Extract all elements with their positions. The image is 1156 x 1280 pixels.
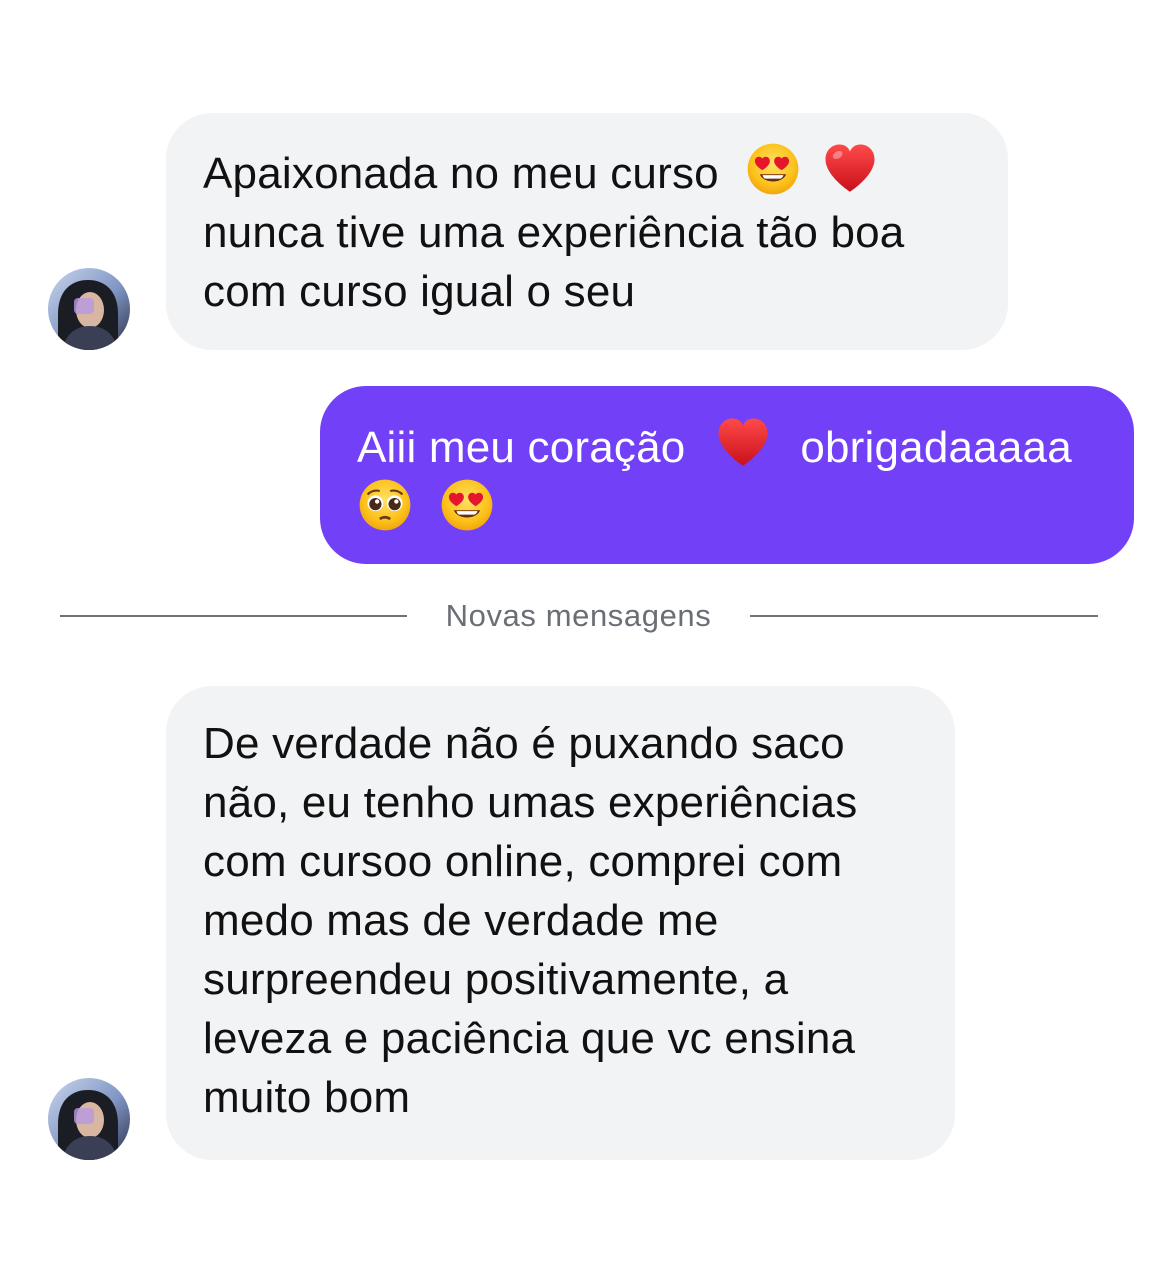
avatar[interactable] <box>48 1078 130 1160</box>
divider-label: Novas mensagens <box>445 598 712 633</box>
message-line: com curso igual o seu <box>203 267 636 316</box>
message-text: obrigadaaaaa <box>800 423 1072 472</box>
message-line: medo mas de verdade me <box>203 896 719 945</box>
message-line: Apaixonada no meu curso <box>203 141 1008 203</box>
avatar[interactable] <box>48 268 130 350</box>
message-line: surpreendeu positivamente, a <box>203 955 789 1004</box>
message-line: com cursoo online, comprei com <box>203 837 843 886</box>
message-text: Apaixonada no meu curso <box>203 149 719 198</box>
message-line: Aiii meu coração obrigadaaaaa <box>357 415 1134 477</box>
message-line: nunca tive uma experiência tão boa <box>203 208 905 257</box>
message-bubble-incoming[interactable]: Apaixonada no meu curso nunca tive uma e… <box>166 113 1008 350</box>
message-line: De verdade não é puxando saco <box>203 719 845 768</box>
message-line: não, eu tenho umas experiências <box>203 778 858 827</box>
message-bubble-outgoing[interactable]: Aiii meu coração obrigadaaaaa <box>320 386 1134 564</box>
red-heart-emoji-icon <box>822 141 878 197</box>
pleading-face-emoji-icon <box>357 477 413 533</box>
heart-eyes-emoji-icon <box>745 141 801 197</box>
divider-line <box>60 615 407 617</box>
new-messages-divider: Novas mensagens <box>60 597 1098 637</box>
message-text: Aiii meu coração <box>357 423 686 472</box>
message-line: leveza e paciência que vc ensina <box>203 1014 856 1063</box>
heart-eyes-emoji-icon <box>439 477 495 533</box>
profile-photo-icon <box>48 1078 130 1160</box>
red-heart-emoji-icon <box>712 415 774 471</box>
divider-line <box>750 615 1098 617</box>
message-bubble-incoming[interactable]: De verdade não é puxando saco não, eu te… <box>166 686 955 1160</box>
profile-photo-icon <box>48 268 130 350</box>
message-line: muito bom <box>203 1073 411 1122</box>
message-line <box>357 477 1134 539</box>
